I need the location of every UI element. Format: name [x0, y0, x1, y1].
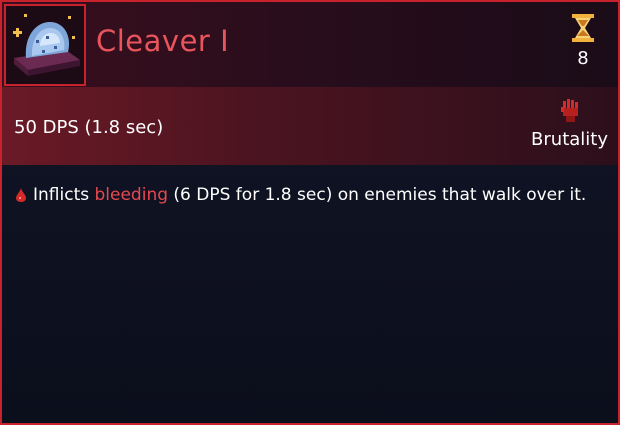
stats-bar: 50 DPS (1.8 sec) Brutality	[2, 87, 618, 165]
effect-prefix: Inflicts	[33, 185, 95, 205]
damage-stat: 50 DPS (1.8 sec)	[14, 117, 164, 138]
effect-suffix: (6 DPS for 1.8 sec) on enemies that walk…	[168, 185, 587, 205]
brutality-fist-icon	[560, 99, 578, 122]
tooltip-header: Cleaver I 8	[2, 2, 618, 87]
item-tooltip: Cleaver I 8 50 DPS (1.8 sec) Brutality I…	[0, 0, 620, 425]
item-name: Cleaver I	[96, 24, 230, 58]
effect-text: Inflicts bleeding (6 DPS for 1.8 sec) on…	[33, 185, 586, 205]
item-icon-frame	[4, 4, 86, 86]
scaling-stat: Brutality	[531, 99, 608, 150]
scaling-label: Brutality	[531, 129, 608, 150]
cooldown-value: 8	[577, 48, 589, 69]
blood-drop-icon	[16, 188, 26, 202]
hourglass-icon	[572, 14, 594, 42]
cleaver-trap-icon	[6, 6, 84, 84]
effect-description: Inflicts bleeding (6 DPS for 1.8 sec) on…	[16, 185, 586, 205]
bleeding-keyword: bleeding	[94, 185, 169, 205]
cooldown-indicator: 8	[568, 14, 598, 69]
